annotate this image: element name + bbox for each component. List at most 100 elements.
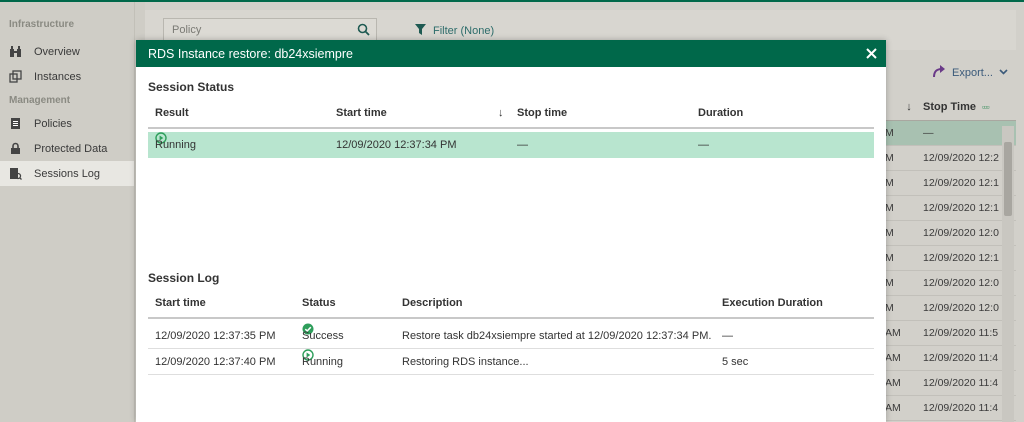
lock-icon (9, 142, 22, 155)
table-scrollbar[interactable] (1002, 126, 1014, 422)
sidebar-item-protected-data[interactable]: Protected Data (0, 136, 134, 161)
execution-duration-cell: — (722, 330, 733, 342)
column-header-result[interactable]: Result (155, 98, 189, 129)
table-row[interactable]: 12/09/2020 12:37:40 PM Running Restoring… (148, 349, 874, 375)
table-row[interactable]: AM 12/09/2020 11:4 (885, 396, 1016, 421)
table-row[interactable]: M 12/09/2020 12:0 (885, 221, 1016, 246)
sidebar-item-instances[interactable]: Instances (0, 64, 134, 89)
table-row[interactable]: M 12/09/2020 12:0 (885, 296, 1016, 321)
sidebar-item-label: Instances (34, 70, 82, 83)
description-cell: Restore task db24xsiempre started at 12/… (402, 330, 712, 342)
table-row[interactable]: M 12/09/2020 12:0 (885, 271, 1016, 296)
sidebar-item-label: Policies (34, 117, 72, 130)
chevron-down-icon (999, 67, 1008, 79)
export-label: Export... (952, 66, 993, 79)
cell: — (923, 127, 934, 139)
sidebar-item-overview[interactable]: Overview (0, 39, 134, 64)
filter-label: Filter (None) (433, 25, 495, 37)
session-log-header: Start time Status Description Execution … (148, 288, 874, 319)
policies-icon (9, 117, 22, 130)
start-time-cell: 12/09/2020 12:37:40 PM (155, 356, 276, 368)
sort-arrow-icon[interactable]: ↓ (899, 101, 919, 113)
table-row[interactable]: M 12/09/2020 12:1 (885, 171, 1016, 196)
table-row[interactable]: AM 12/09/2020 11:4 (885, 371, 1016, 396)
table-row[interactable]: M 12/09/2020 12:1 (885, 196, 1016, 221)
description-cell: Restoring RDS instance... (402, 356, 529, 368)
table-row[interactable]: 12/09/2020 12:37:35 PM Success Restore t… (148, 323, 874, 349)
sessions-log-icon (9, 167, 22, 180)
cell: 12/09/2020 12:0 (923, 302, 999, 314)
cell: M (885, 127, 894, 139)
export-button[interactable]: Export... (932, 64, 1008, 81)
sidebar-item-label: Sessions Log (34, 167, 101, 180)
cell: 12/09/2020 11:4 (923, 402, 999, 414)
cell: AM (885, 402, 901, 414)
table-row[interactable]: AM 12/09/2020 11:4 (885, 346, 1016, 371)
cell: 12/09/2020 12:2 (923, 152, 999, 164)
sidebar-item-label: Protected Data (34, 142, 108, 155)
cell: M (885, 202, 894, 214)
column-header-description[interactable]: Description (402, 288, 463, 319)
restore-session-dialog: RDS Instance restore: db24xsiempre Sessi… (136, 40, 886, 422)
table-row[interactable]: M 12/09/2020 12:1 (885, 246, 1016, 271)
stop-time-cell: — (517, 139, 528, 151)
cell: AM (885, 327, 901, 339)
cell: 12/09/2020 12:0 (923, 227, 999, 239)
sort-arrow-icon[interactable]: ↓ (498, 98, 504, 129)
dialog-header: RDS Instance restore: db24xsiempre (136, 40, 886, 67)
start-time-cell: 12/09/2020 12:37:34 PM (336, 139, 457, 151)
sidebar-section-management: Management (9, 95, 71, 106)
column-header-execution-duration[interactable]: Execution Duration (722, 288, 823, 319)
cell: AM (885, 377, 901, 389)
cell: 12/09/2020 12:0 (923, 277, 999, 289)
status-text: Running (302, 356, 343, 368)
cell: M (885, 277, 894, 289)
cell: M (885, 152, 894, 164)
cell: 12/09/2020 11:4 (923, 377, 999, 389)
export-icon (932, 64, 946, 81)
table-row[interactable]: AM 12/09/2020 11:5 (885, 321, 1016, 346)
cell: 12/09/2020 11:5 (923, 327, 999, 339)
column-header-start-time[interactable]: Start time (336, 98, 387, 129)
session-log-title: Session Log (148, 271, 220, 285)
session-status-title: Session Status (148, 80, 235, 94)
cell: 12/09/2020 11:4 (923, 352, 999, 364)
cell: M (885, 177, 894, 189)
filter-icon (415, 24, 426, 38)
table-header: ↓ Stop Time ▫▫▫ (885, 94, 1016, 121)
dialog-title: RDS Instance restore: db24xsiempre (148, 46, 353, 61)
sidebar-item-sessions-log[interactable]: Sessions Log (0, 161, 134, 186)
close-icon[interactable] (863, 45, 879, 61)
session-status-header: Result Start time ↓ Stop time Duration (148, 98, 874, 129)
cell: 12/09/2020 12:1 (923, 177, 999, 189)
status-text: Success (302, 330, 344, 342)
table-row[interactable]: M — (885, 121, 1016, 146)
execution-duration-cell: 5 sec (722, 356, 749, 368)
sidebar-section-infrastructure: Infrastructure (9, 19, 75, 30)
cell: M (885, 252, 894, 264)
column-header-start-time[interactable]: Start time (155, 288, 206, 319)
scrollbar-thumb[interactable] (1004, 142, 1012, 216)
search-icon[interactable] (357, 23, 370, 39)
cell: 12/09/2020 12:1 (923, 202, 999, 214)
search-placeholder: Policy (172, 24, 202, 36)
search-input[interactable]: Policy (163, 18, 377, 42)
column-header-status[interactable]: Status (302, 288, 336, 319)
binoculars-icon (9, 45, 22, 58)
filter-button[interactable]: Filter (None) (415, 24, 494, 38)
sessions-table: ↓ Stop Time ▫▫▫ M — M 12/09/2020 12:2 M 12/… (885, 94, 1016, 421)
start-time-cell: 12/09/2020 12:37:35 PM (155, 330, 276, 342)
sidebar-item-policies[interactable]: Policies (0, 111, 134, 136)
column-options-icon[interactable]: ▫▫▫ (982, 102, 990, 112)
sidebar: Infrastructure Overview Instances Manage… (0, 2, 135, 422)
status-text: Running (155, 139, 196, 151)
instances-icon (9, 70, 22, 83)
column-header-duration[interactable]: Duration (698, 98, 743, 129)
cell: M (885, 227, 894, 239)
table-row[interactable]: M 12/09/2020 12:2 (885, 146, 1016, 171)
session-status-row[interactable]: Running 12/09/2020 12:37:34 PM — — (148, 132, 874, 158)
column-header-stop-time[interactable]: Stop time (517, 98, 567, 129)
cell: 12/09/2020 12:1 (923, 252, 999, 264)
duration-cell: — (698, 139, 709, 151)
column-header-stop-time[interactable]: Stop Time (923, 101, 976, 113)
